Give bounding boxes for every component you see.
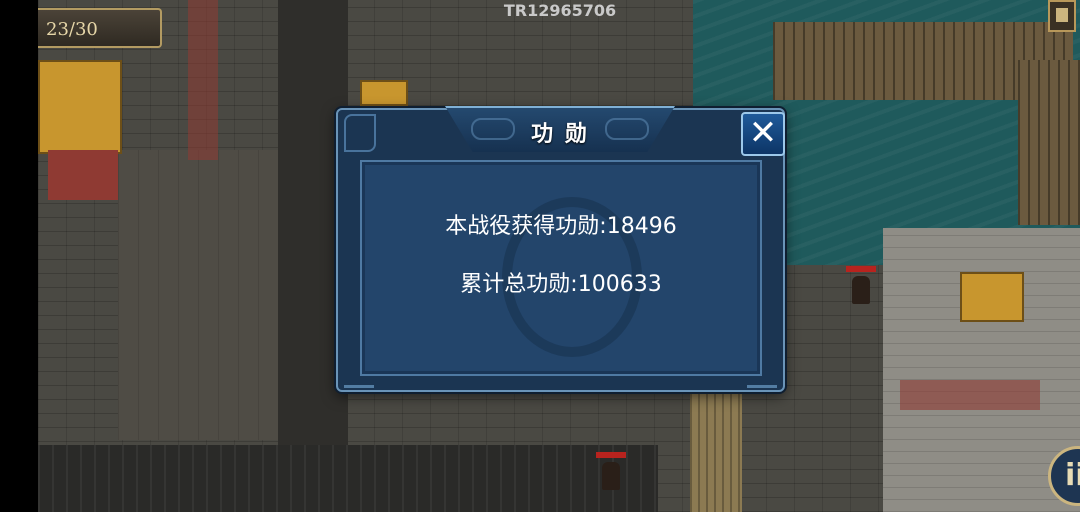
merit-dialog: 功 勋 ✕ 本战役获得功勋:18496 累计总功勋:100633 — [336, 106, 785, 392]
room-id-label: TR12965706 — [503, 1, 617, 20]
battle-merit-text: 本战役获得功勋:18496 — [445, 214, 677, 239]
pavilion-roof-right — [960, 272, 1024, 322]
unit-flag-icon — [596, 452, 626, 458]
dirt-road — [690, 392, 742, 512]
scroll-icon — [1056, 8, 1068, 22]
left-black-bar — [0, 0, 38, 512]
horseman-icon — [602, 462, 620, 490]
close-button[interactable]: ✕ — [741, 112, 785, 156]
pavilion-roof-left — [38, 60, 122, 154]
footer-ornament-left-icon — [344, 371, 374, 388]
soldier-icon — [852, 276, 870, 304]
turn-counter: 23/30 — [38, 8, 162, 48]
enemy-soldier-unit[interactable] — [846, 266, 876, 306]
cavalry-unit[interactable] — [596, 452, 626, 492]
red-building-right — [900, 380, 1040, 410]
dark-wall-bottom — [38, 445, 658, 512]
dialog-header: 功 勋 — [445, 106, 675, 152]
unit-flag-icon — [846, 266, 876, 272]
footer-ornament-right-icon — [747, 371, 777, 388]
content-panel: 本战役获得功勋:18496 累计总功勋:100633 — [360, 160, 762, 376]
wooden-dock-vertical — [1018, 60, 1080, 225]
menu-corner-button[interactable] — [1048, 0, 1076, 32]
cloud-ornament-icon — [344, 114, 376, 152]
total-merit-text: 累计总功勋:100633 — [460, 272, 662, 297]
gate-roof-top — [360, 80, 408, 106]
pavilion-wall-left — [48, 150, 118, 200]
red-building-wall — [188, 0, 218, 160]
dialog-title: 功 勋 — [531, 122, 589, 147]
